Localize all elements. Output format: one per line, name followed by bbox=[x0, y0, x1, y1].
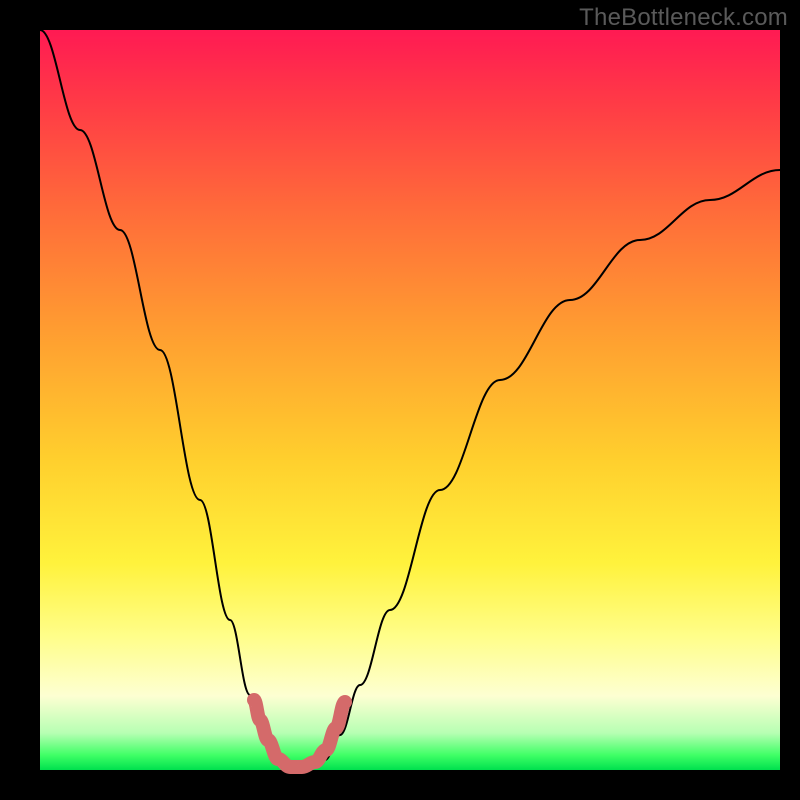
watermark-text: TheBottleneck.com bbox=[579, 4, 788, 32]
chart-frame: TheBottleneck.com bbox=[0, 0, 800, 800]
trough-highlight bbox=[254, 700, 345, 767]
plot-area bbox=[40, 30, 780, 770]
bottleneck-curve bbox=[40, 30, 780, 768]
curve-layer bbox=[40, 30, 780, 770]
